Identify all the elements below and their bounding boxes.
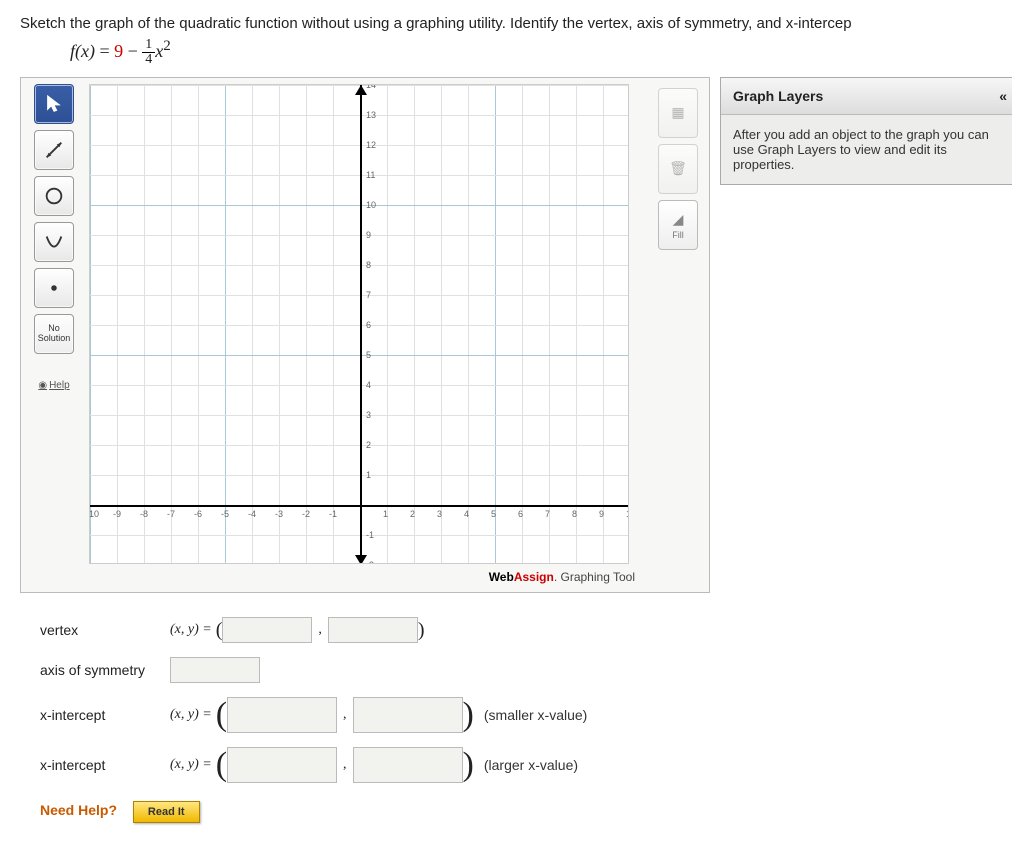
brand-label: WebAssign. Graphing Tool — [89, 564, 645, 586]
left-toolbar: NoSolution ◉Help — [27, 84, 81, 586]
layers-title: Graph Layers — [733, 88, 823, 104]
graph-layers-panel: Graph Layers « After you add an object t… — [720, 77, 1012, 185]
axis-label: axis of symmetry — [20, 662, 170, 678]
question-text: Sketch the graph of the quadratic functi… — [20, 15, 997, 32]
point-tool-button[interactable] — [34, 268, 74, 308]
circle-icon — [43, 185, 65, 207]
xint1-label: x-intercept — [20, 707, 170, 723]
fill-icon: ◢ — [673, 211, 684, 228]
line-icon — [43, 139, 65, 161]
fill-button[interactable]: ◢ Fill — [658, 200, 698, 250]
no-solution-button[interactable]: NoSolution — [34, 314, 74, 354]
graph-canvas[interactable]: -10-9-8-7-6-5-4-3-2-112345678910-2-11234… — [89, 84, 629, 564]
xint1-x-input[interactable] — [227, 697, 337, 733]
pointer-icon — [43, 93, 65, 115]
help-link[interactable]: ◉Help — [38, 380, 69, 391]
answers-section: vertex (x, y) = ( , ) axis of symmetry x… — [20, 617, 770, 823]
xint1-y-input[interactable] — [353, 697, 463, 733]
point-icon — [43, 277, 65, 299]
parabola-icon — [43, 231, 65, 253]
graphing-tool: NoSolution ◉Help -10-9-8-7-6-5-4-3-2-112… — [20, 77, 710, 593]
read-it-button[interactable]: Read It — [133, 801, 200, 823]
xint2-y-input[interactable] — [353, 747, 463, 783]
line-tool-button[interactable] — [34, 130, 74, 170]
delete-button[interactable]: 🗑 — [658, 144, 698, 194]
vertex-label: vertex — [20, 622, 170, 638]
larger-hint: (larger x-value) — [484, 757, 578, 773]
circle-tool-button[interactable] — [34, 176, 74, 216]
formula: f(x) = 9 − 14x2 — [70, 38, 997, 67]
graph-action-button-1[interactable]: ▦ — [658, 88, 698, 138]
vertex-x-input[interactable] — [222, 617, 312, 643]
axis-input[interactable] — [170, 657, 260, 683]
right-toolbar: ▦ 🗑 ◢ Fill — [653, 84, 703, 586]
xint2-label: x-intercept — [20, 757, 170, 773]
xint2-x-input[interactable] — [227, 747, 337, 783]
need-help-label: Need Help? — [40, 802, 117, 818]
pointer-tool-button[interactable] — [34, 84, 74, 124]
layers-icon: ▦ — [671, 104, 684, 121]
help-icon: ◉ — [38, 380, 47, 391]
parabola-tool-button[interactable] — [34, 222, 74, 262]
trash-icon: 🗑 — [669, 160, 687, 177]
smaller-hint: (smaller x-value) — [484, 707, 587, 723]
vertex-y-input[interactable] — [328, 617, 418, 643]
layers-body-text: After you add an object to the graph you… — [721, 115, 1012, 184]
layers-collapse-button[interactable]: « — [999, 88, 1007, 104]
